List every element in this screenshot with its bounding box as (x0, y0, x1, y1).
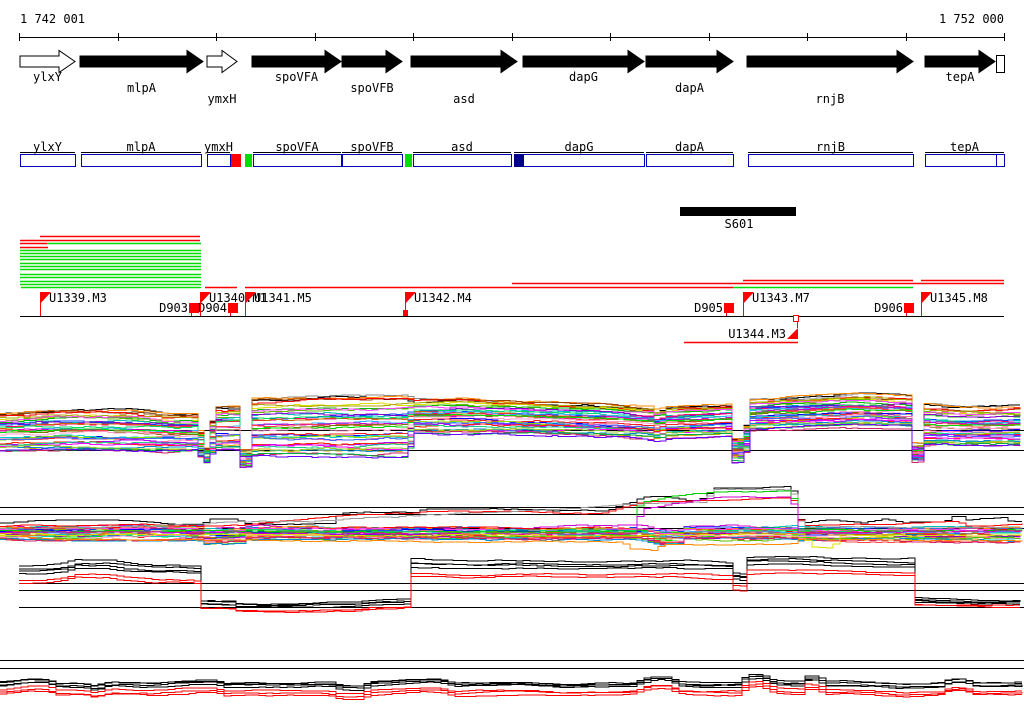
browser-canvas: ylxYylxYmlpAmlpAymxHymxHspoVFAspoVFAspoV… (0, 33, 1024, 700)
gene-box[interactable] (81, 154, 202, 167)
gene-box[interactable] (514, 154, 645, 167)
genome-browser-window: 1 742 001 1 752 000 S601 ylxY ylxY mlpA mlp… (0, 0, 1024, 714)
gene-box-label: dapG (565, 140, 594, 154)
probe-U1345.M8[interactable]: U1345.M8 (921, 291, 988, 316)
probe-label: U1344.M3 (728, 327, 786, 341)
gene-box[interactable] (925, 154, 1005, 167)
probe-label: U1345.M8 (930, 291, 988, 305)
gene-box[interactable] (646, 154, 734, 167)
gene-arrow[interactable] (746, 49, 914, 74)
gene-box[interactable] (748, 154, 914, 167)
gene-tepA[interactable]: tepA tepA (924, 49, 1005, 168)
gene-box-mark (245, 154, 252, 167)
probe-base-mark (793, 315, 799, 322)
gene-box-label: tepA (950, 140, 980, 154)
probe-label: U1342.M4 (414, 291, 472, 305)
gene-box-mark (405, 154, 412, 167)
ruler (19, 33, 1005, 41)
s601-bar[interactable] (680, 207, 796, 216)
gene-arrow[interactable] (645, 49, 734, 74)
gene-arrow-label: ymxH (208, 92, 237, 106)
gene-arrow-label: ylxY (33, 70, 63, 84)
gene-arrow-label: tepA (946, 70, 976, 84)
gene-box-label: dapA (675, 140, 705, 154)
probe-label: U1343.M7 (752, 291, 810, 305)
gene-box-mark (231, 154, 241, 167)
gene-mlpA[interactable]: mlpA mlpA (79, 49, 204, 167)
probe-U1344.M3[interactable]: U1344.M3 (684, 315, 799, 344)
gene-arrow-label: spoVFB (350, 81, 393, 95)
probe-D903[interactable]: D903 (159, 301, 199, 316)
probe-D906[interactable]: D906 (874, 301, 914, 316)
probe-U1339.M3[interactable]: U1339.M3 (40, 291, 107, 316)
gene-rnjB[interactable]: rnjB rnjB (746, 49, 914, 167)
small-orf-box (996, 55, 1005, 73)
expression-track-1 (0, 392, 1024, 468)
gene-box[interactable] (342, 154, 403, 167)
gene-dapA[interactable]: dapA dapA (645, 49, 734, 167)
gene-box[interactable] (413, 154, 512, 167)
gene-arrow[interactable] (79, 49, 204, 74)
gene-box-mark (514, 154, 524, 167)
expression-trace (0, 486, 1022, 525)
gene-arrow-label: asd (453, 92, 475, 106)
gene-arrow-label: dapA (675, 81, 705, 95)
gene-box-label: spoVFA (275, 140, 319, 154)
gene-arrow-label: dapG (569, 70, 598, 84)
expression-track-4 (0, 660, 1024, 700)
probe-track: D903 D904 D905 D906U1339.M3 U1340.M1U1341.M5… (20, 291, 1004, 344)
gene-box-label: mlpA (127, 140, 157, 154)
gene-arrow-label: rnjB (816, 92, 845, 106)
gene-arrow[interactable] (206, 49, 238, 74)
segment-lines (20, 235, 1004, 289)
gene-arrow-label: mlpA (127, 81, 157, 95)
probe-square[interactable] (904, 303, 914, 313)
probe-label: U1341.M5 (254, 291, 312, 305)
probe-U1341.M5[interactable]: U1341.M5 (245, 291, 312, 316)
probe-D905[interactable]: D905 (694, 301, 734, 316)
probe-U1342.M4[interactable]: U1342.M4 (403, 291, 472, 316)
gene-ymxH[interactable]: ymxH ymxH (204, 49, 238, 167)
gene-box-label: ymxH (204, 140, 233, 154)
gene-box-label: rnjB (816, 140, 845, 154)
gene-box[interactable] (253, 154, 342, 167)
probe-U1343.M7[interactable]: U1343.M7 (743, 291, 810, 316)
probe-label: D906 (874, 301, 903, 315)
gene-box-label: spoVFB (350, 140, 393, 154)
gene-box[interactable] (20, 154, 76, 167)
gene-ylxY[interactable]: ylxY ylxY (19, 49, 76, 167)
gene-arrow[interactable] (410, 49, 518, 74)
gene-arrow[interactable] (341, 49, 403, 74)
gene-dapG[interactable]: dapG dapG (514, 49, 645, 167)
expression-trace (19, 572, 1020, 613)
gene-box-label: ylxY (33, 140, 63, 154)
gene-box-label: asd (451, 140, 473, 154)
expression-trace (0, 678, 1023, 691)
gene-asd[interactable]: asd asd (410, 49, 518, 167)
probe-square[interactable] (724, 303, 734, 313)
gene-spoVFB[interactable]: spoVFB spoVFB (341, 49, 403, 167)
gene-spoVFA[interactable]: spoVFA spoVFA (251, 49, 342, 167)
expression-track-3 (19, 556, 1024, 613)
gene-box[interactable] (207, 154, 231, 167)
expression-track-2 (0, 486, 1024, 551)
probe-label: U1339.M3 (49, 291, 107, 305)
probe-label: D905 (694, 301, 723, 315)
probe-flag[interactable] (787, 328, 798, 339)
probe-label: D903 (159, 301, 188, 315)
probe-base-mark (403, 310, 408, 316)
gene-arrow-label: spoVFA (275, 70, 319, 84)
